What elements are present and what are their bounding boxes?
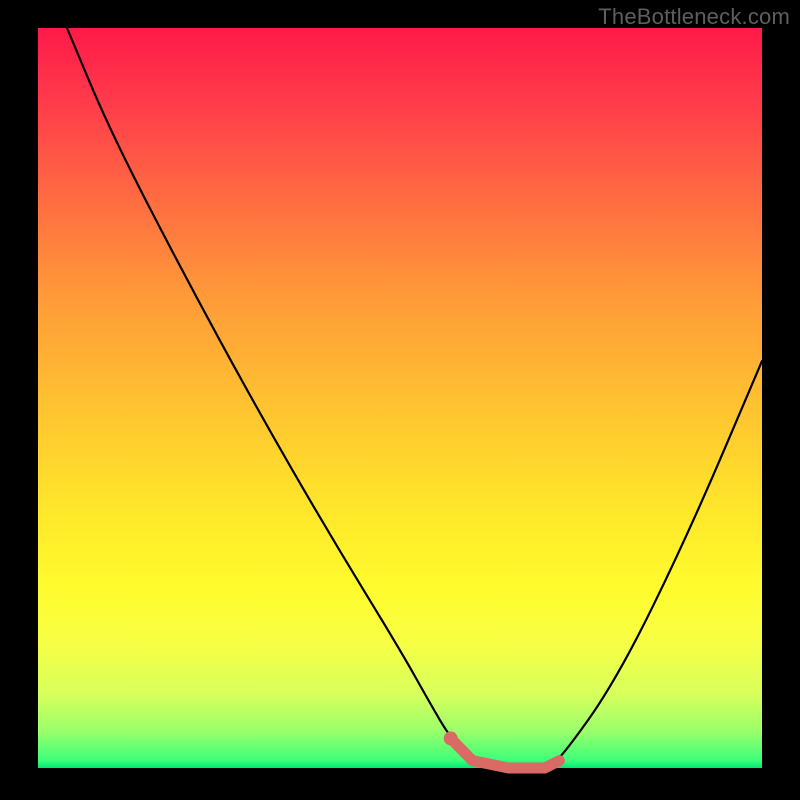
optimal-band-path bbox=[451, 738, 560, 768]
plot-area bbox=[38, 28, 762, 768]
watermark-text: TheBottleneck.com bbox=[598, 4, 790, 30]
bottleneck-curve-path bbox=[67, 28, 762, 768]
chart-container: TheBottleneck.com bbox=[0, 0, 800, 800]
bottleneck-curve-svg bbox=[38, 28, 762, 768]
optimal-start-dot bbox=[444, 731, 458, 745]
